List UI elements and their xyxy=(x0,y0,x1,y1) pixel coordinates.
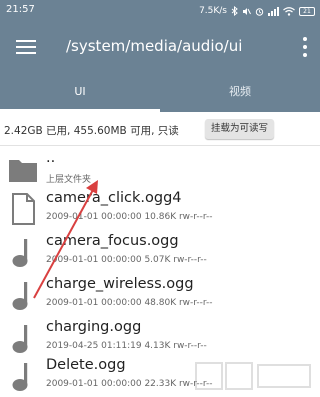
site-watermark-logo xyxy=(195,362,311,390)
annotation-arrow xyxy=(33,180,98,299)
